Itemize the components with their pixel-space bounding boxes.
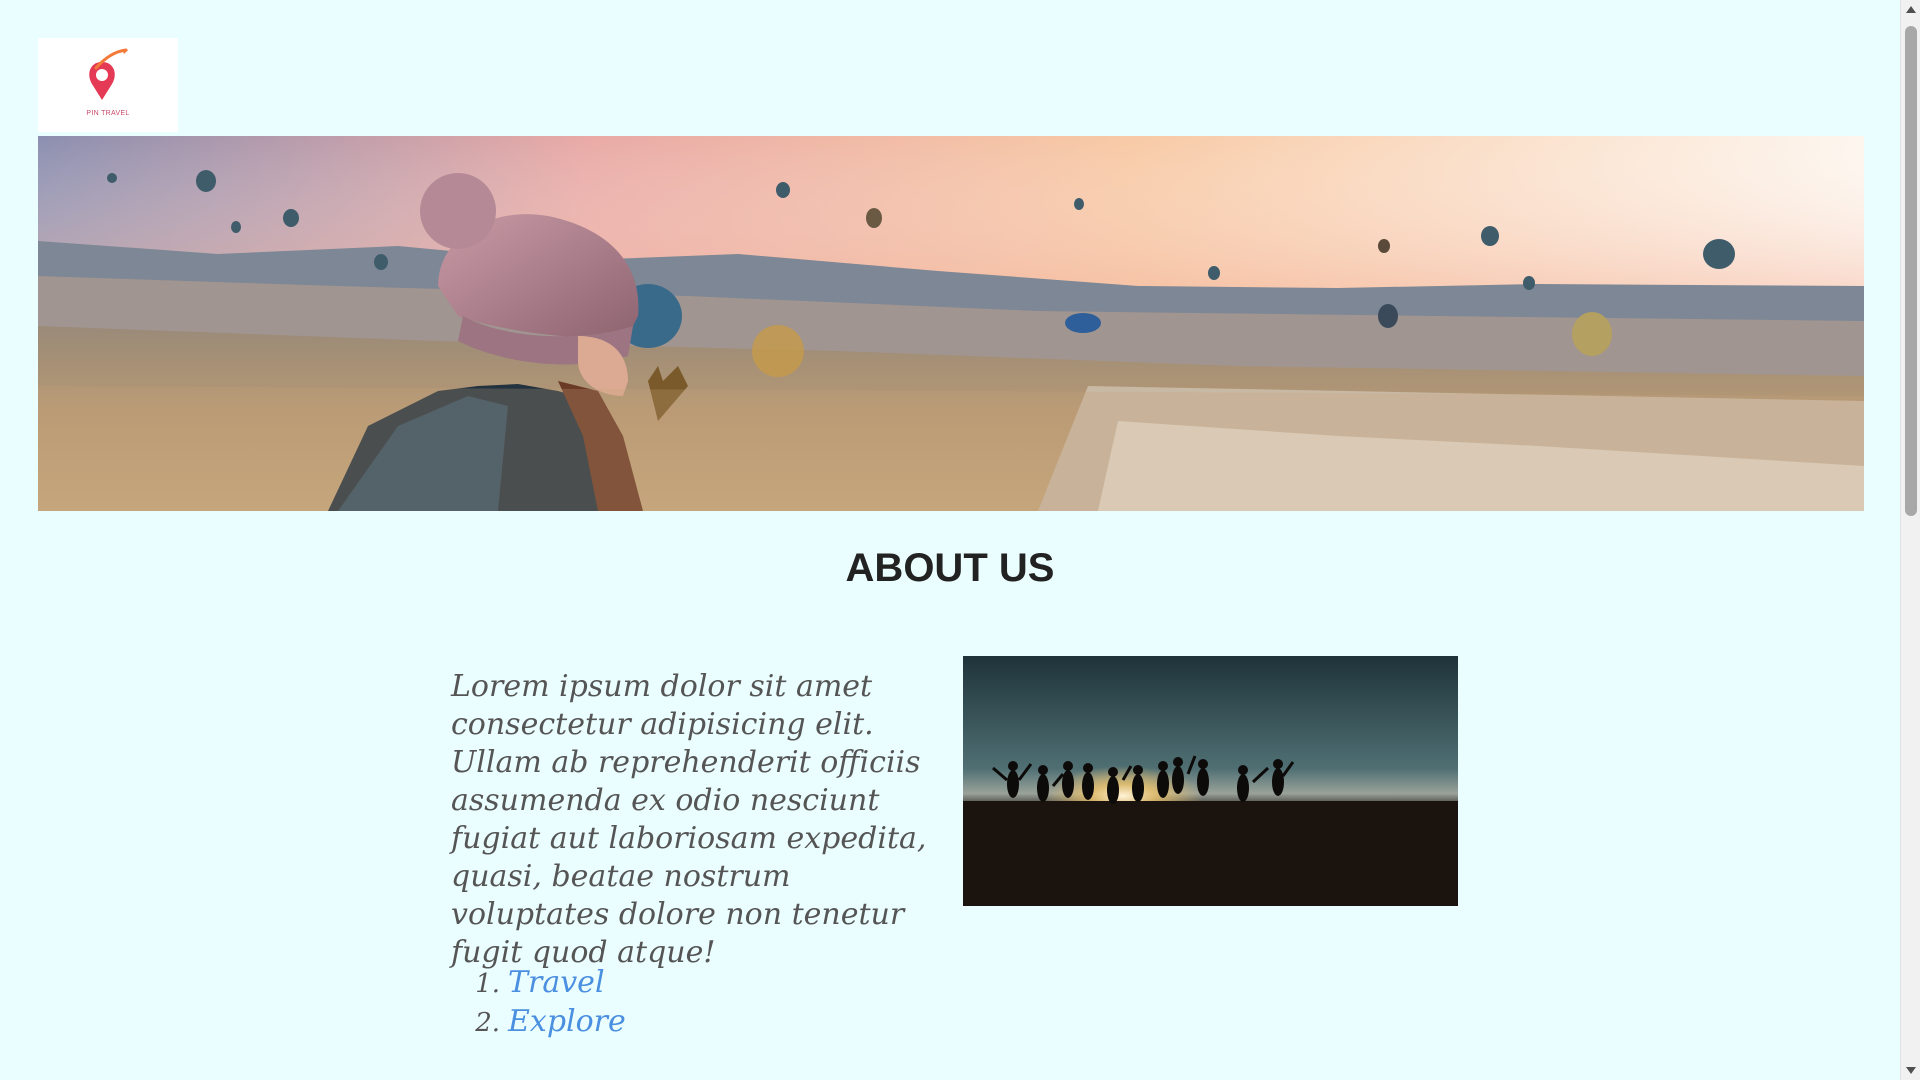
- pin-travel-logo-icon: [89, 48, 128, 100]
- list-item-number: 1.: [475, 969, 500, 999]
- about-paragraph: Lorem ipsum dolor sit amet consectetur a…: [451, 669, 927, 970]
- hero-image: [38, 136, 1864, 511]
- logo[interactable]: PIN TRAVEL: [38, 38, 178, 132]
- scroll-down-icon[interactable]: [1906, 1067, 1916, 1074]
- list-item: 1. Travel: [468, 964, 626, 1003]
- travel-link[interactable]: Travel: [508, 964, 605, 1002]
- list-item: 2. Explore: [468, 1003, 626, 1042]
- about-title: ABOUT US: [845, 546, 1055, 590]
- page: PIN TRAVEL ABOUT US Lorem ipsum dolor si…: [0, 0, 1900, 1080]
- about-list: 1. Travel 2. Explore: [468, 964, 626, 1042]
- about-image: [963, 656, 1458, 906]
- scrollbar-thumb[interactable]: [1905, 26, 1917, 516]
- list-item-number: 2.: [475, 1008, 500, 1038]
- explore-link[interactable]: Explore: [508, 1003, 626, 1041]
- logo-text: PIN TRAVEL: [86, 110, 130, 117]
- scroll-up-icon[interactable]: [1906, 6, 1916, 13]
- vertical-scrollbar[interactable]: [1900, 0, 1920, 1080]
